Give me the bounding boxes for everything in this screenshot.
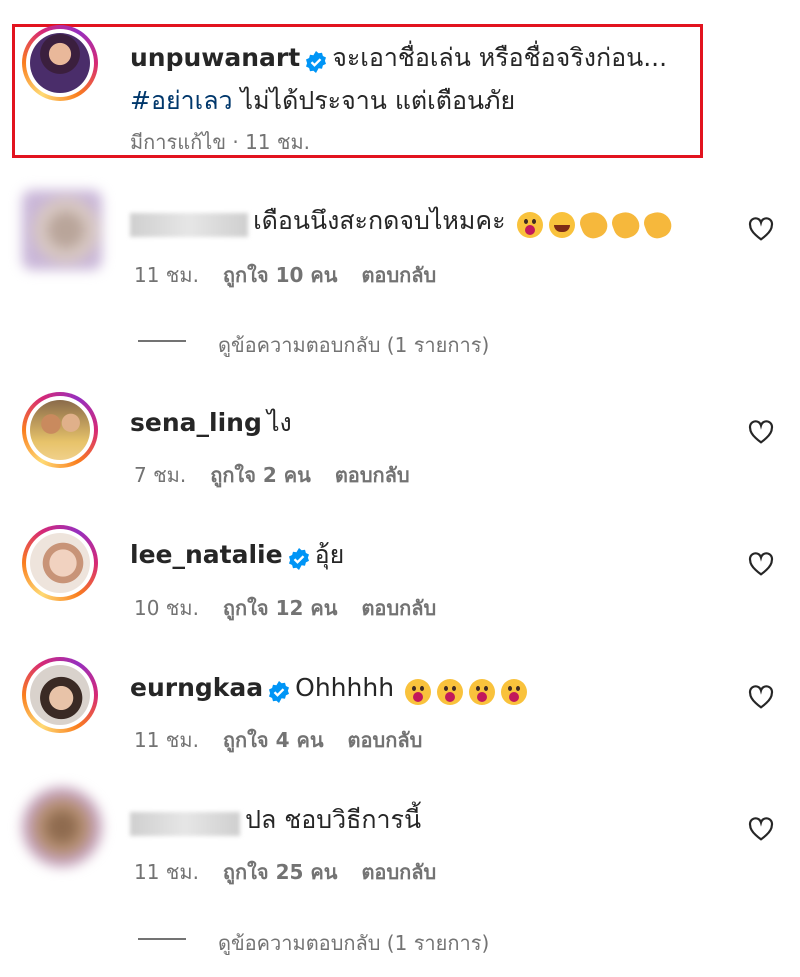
like-heart-icon[interactable] xyxy=(748,817,774,841)
reply-button[interactable]: ตอบกลับ xyxy=(361,596,436,620)
post-meta: มีการแก้ไข · 11 ชม. xyxy=(130,130,310,154)
like-heart-icon[interactable] xyxy=(748,217,774,241)
reply-button[interactable]: ตอบกลับ xyxy=(361,860,436,884)
hashtag-link[interactable]: #อย่าเลว xyxy=(130,86,233,115)
comment-meta: 11 ชม. ถูกใจ 4 คน ตอบกลับ xyxy=(134,724,446,756)
post-caption-line1: จะเอาชื่อเล่น หรือชื่อจริงก่อน... xyxy=(332,43,668,72)
comment-body: ปล ชอบวิธีการนี้ xyxy=(130,800,421,843)
redacted-username xyxy=(130,212,248,237)
reply-button[interactable]: ตอบกลับ xyxy=(335,463,410,487)
astonished-face-icon xyxy=(501,678,528,705)
comment-time: 11 ชม. xyxy=(134,263,199,287)
comment-avatar[interactable] xyxy=(22,190,102,270)
comment-meta: 10 ชม. ถูกใจ 12 คน ตอบกลับ xyxy=(134,592,460,624)
comment-meta: 11 ชม. ถูกใจ 25 คน ตอบกลับ xyxy=(134,856,460,888)
comment-body: เดือนนึงสะกดจบไหมคะ xyxy=(130,201,675,244)
post-caption-line2: ไม่ได้ประจาน แต่เตือนภัย xyxy=(232,86,516,115)
astonished-face-icon xyxy=(516,211,543,238)
reply-button[interactable]: ตอบกลับ xyxy=(361,263,436,287)
clapping-hands-icon xyxy=(608,207,643,242)
comment-username[interactable]: eurngkaa xyxy=(130,673,263,702)
comment-username[interactable]: sena_ling xyxy=(130,408,262,437)
verified-icon xyxy=(288,547,309,570)
view-replies-button[interactable]: ดูข้อความตอบกลับ (1 รายการ) xyxy=(218,927,489,959)
replies-divider xyxy=(138,340,186,342)
verified-icon xyxy=(306,50,327,73)
comment-text: เดือนนึงสะกดจบไหมคะ xyxy=(253,206,506,235)
like-heart-icon[interactable] xyxy=(748,420,774,444)
comment-likes[interactable]: ถูกใจ 10 คน xyxy=(223,263,338,287)
astonished-face-icon xyxy=(469,678,496,705)
post-username[interactable]: unpuwanart xyxy=(130,43,300,72)
replies-divider xyxy=(138,938,186,940)
laughing-face-icon xyxy=(548,211,575,238)
comment-likes[interactable]: ถูกใจ 25 คน xyxy=(223,860,338,884)
comment-meta: 11 ชม. ถูกใจ 10 คน ตอบกลับ xyxy=(134,259,460,291)
comment-text: Ohhhhh xyxy=(295,673,395,702)
comment-likes[interactable]: ถูกใจ 2 คน xyxy=(210,463,311,487)
comment-likes[interactable]: ถูกใจ 4 คน xyxy=(223,728,324,752)
comment-text: ไง xyxy=(266,408,292,437)
reply-button[interactable]: ตอบกลับ xyxy=(348,728,423,752)
comment-username[interactable]: lee_natalie xyxy=(130,540,283,569)
comment-time: 10 ชม. xyxy=(134,596,199,620)
comment-body: eurngkaa Ohhhhh xyxy=(130,668,528,711)
clapping-hands-icon xyxy=(576,207,611,242)
astonished-face-icon xyxy=(437,678,464,705)
comment-meta: 7 ชม. ถูกใจ 2 คน ตอบกลับ xyxy=(134,459,434,491)
like-heart-icon[interactable] xyxy=(748,685,774,709)
comment-avatar[interactable] xyxy=(22,657,98,733)
like-heart-icon[interactable] xyxy=(748,552,774,576)
comment-likes[interactable]: ถูกใจ 12 คน xyxy=(223,596,338,620)
redacted-username xyxy=(130,811,240,836)
post-author-avatar[interactable] xyxy=(22,25,98,101)
comment-time: 11 ชม. xyxy=(134,728,199,752)
comment-body: sena_ling ไง xyxy=(130,403,292,446)
comment-time: 11 ชม. xyxy=(134,860,199,884)
comment-body: lee_natalie อุ้ย xyxy=(130,535,344,578)
comment-avatar[interactable] xyxy=(22,787,102,867)
view-replies-button[interactable]: ดูข้อความตอบกลับ (1 รายการ) xyxy=(218,329,489,361)
clapping-hands-icon xyxy=(640,207,675,242)
comment-avatar[interactable] xyxy=(22,525,98,601)
astonished-face-icon xyxy=(405,678,432,705)
post-caption: unpuwanart จะเอาชื่อเล่น หรือชื่อจริงก่อน… xyxy=(130,38,690,124)
comment-text: ปล ชอบวิธีการนี้ xyxy=(245,805,422,834)
verified-icon xyxy=(269,680,290,703)
comment-time: 7 ชม. xyxy=(134,463,187,487)
comment-text: อุ้ย xyxy=(314,540,345,569)
comment-avatar[interactable] xyxy=(22,392,98,468)
